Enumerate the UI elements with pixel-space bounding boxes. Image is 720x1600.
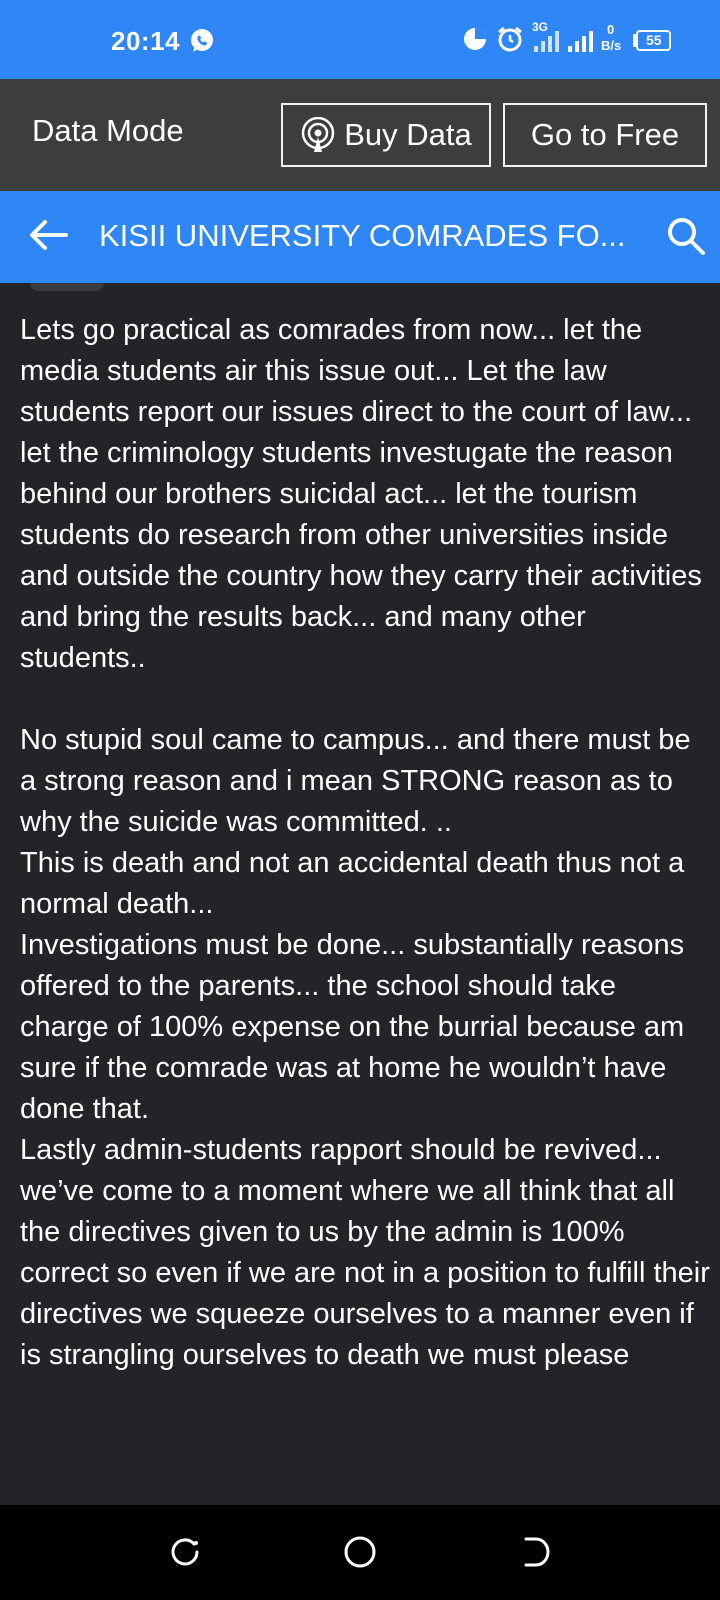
data-usage-icon — [462, 26, 488, 57]
battery-icon: 55 — [632, 30, 671, 51]
status-icons: 3G 0 B/s 55 — [462, 20, 692, 59]
data-mode-bar: Data Mode Buy Data Go to Free — [0, 79, 720, 191]
go-to-free-button[interactable]: Go to Free — [503, 103, 707, 167]
search-icon[interactable] — [666, 216, 706, 261]
back-arrow-icon[interactable] — [28, 218, 68, 257]
post-paragraph: Lastly admin-students rapport should be … — [20, 1134, 710, 1371]
back-icon[interactable] — [520, 1535, 554, 1574]
data-mode-label: Data Mode — [32, 113, 184, 148]
post-paragraph: Lets go practical as comrades from now..… — [20, 314, 702, 674]
data-speed-value: 0 — [607, 22, 615, 37]
group-title: KISII UNIVERSITY COMRADES FO... — [99, 218, 626, 253]
buy-data-label: Buy Data — [344, 117, 472, 152]
home-icon[interactable] — [343, 1535, 377, 1574]
status-bar: 20:14 3G 0 B/s 55 — [0, 0, 720, 79]
recents-icon[interactable] — [168, 1535, 202, 1574]
battery-level: 55 — [646, 32, 662, 48]
whatsapp-icon — [188, 26, 216, 54]
app-bar: KISII UNIVERSITY COMRADES FO... — [0, 191, 720, 283]
post-paragraph: Investigations must be done... substanti… — [20, 929, 685, 1125]
post-paragraph: This is death and not an accidental deat… — [20, 847, 685, 920]
status-time: 20:14 — [111, 26, 180, 56]
post-body: Lets go practical as comrades from now..… — [20, 310, 710, 1376]
signal-icon-2 — [568, 30, 594, 59]
data-speed-unit: B/s — [601, 38, 622, 53]
avatar[interactable] — [30, 283, 104, 291]
system-nav-bar — [0, 1505, 720, 1600]
post-paragraph: No stupid soul came to campus... and the… — [20, 724, 691, 838]
alarm-icon — [496, 25, 524, 58]
broadcast-icon — [300, 117, 344, 153]
go-to-free-label: Go to Free — [530, 117, 680, 152]
signal-icon — [534, 30, 560, 59]
buy-data-button[interactable]: Buy Data — [281, 103, 491, 167]
